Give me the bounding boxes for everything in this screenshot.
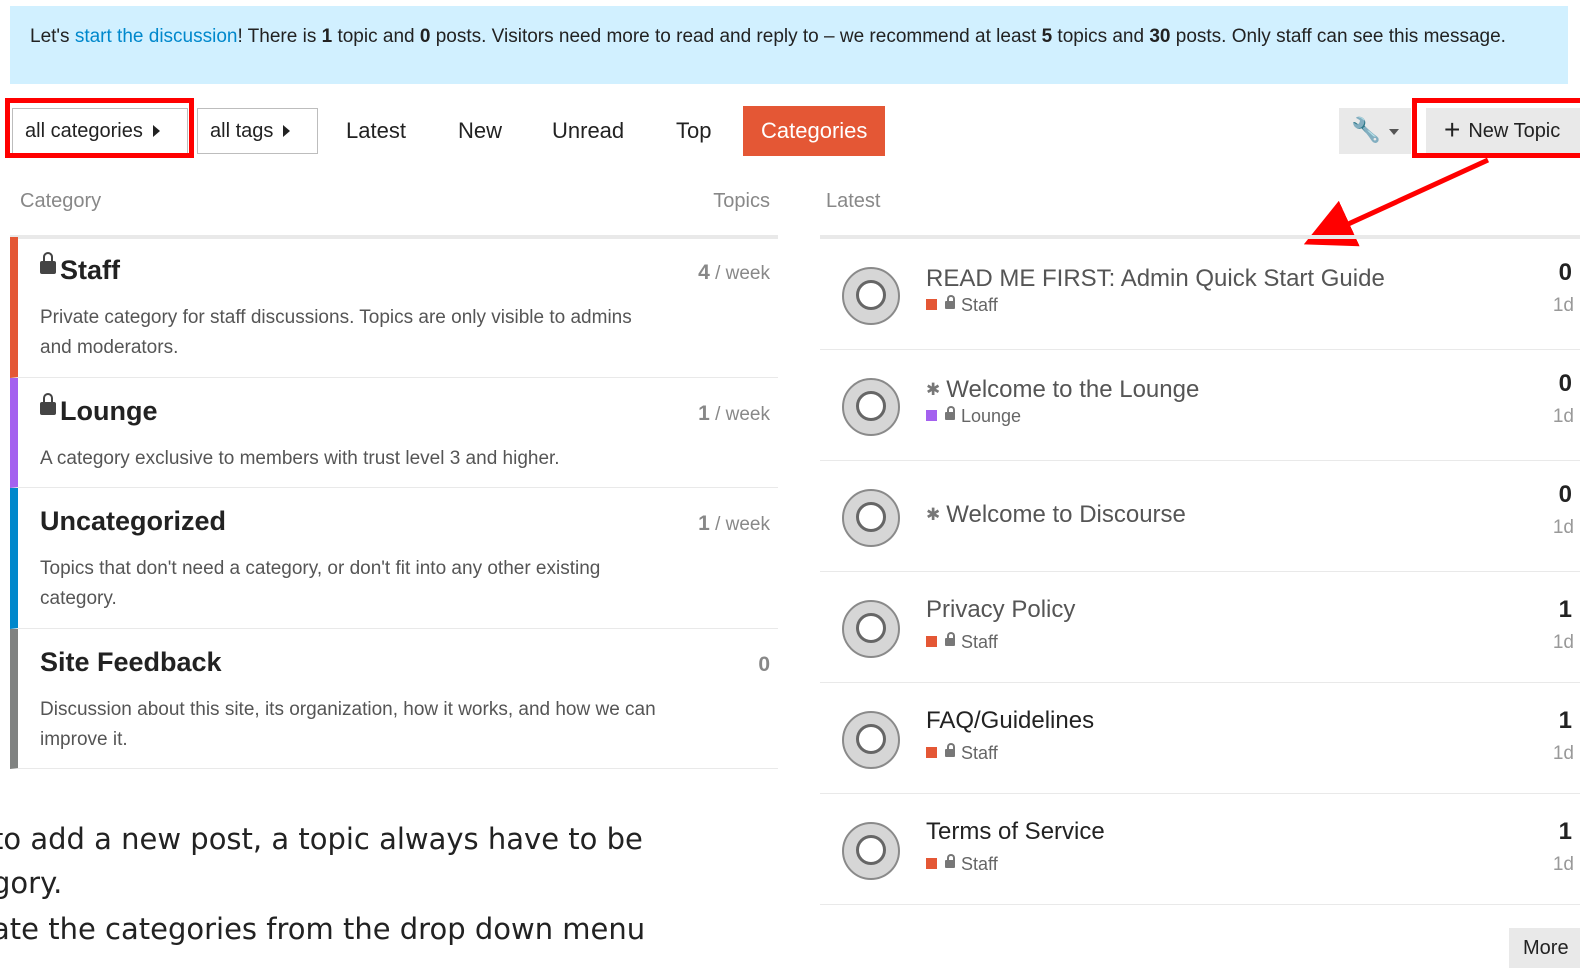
instruction-note-line-1: to add a new post, a topic always have t… <box>0 822 643 856</box>
topic-title[interactable]: Terms of Service <box>926 818 1105 846</box>
topic-title[interactable]: ✱ Welcome to the Lounge <box>926 376 1199 404</box>
category-row-lounge[interactable]: Lounge A category exclusive to members w… <box>10 378 778 488</box>
topic-row[interactable]: Terms of Service Staff 1 1d <box>820 794 1580 905</box>
category-name[interactable]: Site Feedback <box>40 647 222 678</box>
topic-category-name: Lounge <box>961 406 1022 426</box>
topic-category-name: Staff <box>961 743 998 763</box>
category-row-site-feedback[interactable]: Site Feedback Discussion about this site… <box>10 629 778 769</box>
category-color-swatch <box>926 298 937 310</box>
lock-icon <box>945 406 955 421</box>
count-number: 0 <box>758 653 770 676</box>
count-number: 4 <box>698 261 710 284</box>
category-name[interactable]: Lounge <box>40 393 158 427</box>
more-button[interactable]: More <box>1509 928 1580 968</box>
reply-count: 0 <box>1558 481 1572 508</box>
category-name-text: Lounge <box>60 396 158 426</box>
topic-age[interactable]: 1d <box>1553 295 1574 317</box>
category-color-swatch <box>926 635 937 647</box>
reply-count: 0 <box>1558 259 1572 286</box>
category-row-staff[interactable]: Staff Private category for staff discuss… <box>10 237 778 378</box>
category-color-swatch <box>926 746 937 758</box>
reply-count: 0 <box>1558 370 1572 397</box>
topic-category-badge[interactable]: Staff <box>926 295 998 316</box>
topic-category-badge[interactable]: Staff <box>926 854 998 875</box>
pin-icon: ✱ <box>926 380 941 399</box>
category-description: A category exclusive to members with tru… <box>40 448 560 469</box>
category-row-uncategorized[interactable]: Uncategorized Topics that don't need a c… <box>10 488 778 629</box>
count-number: 1 <box>698 402 710 425</box>
topic-title[interactable]: FAQ/Guidelines <box>926 707 1094 735</box>
topic-title[interactable]: ✱ Welcome to Discourse <box>926 501 1186 529</box>
topic-row[interactable]: READ ME FIRST: Admin Quick Start Guide S… <box>820 239 1580 350</box>
category-topic-count: 4 / week <box>698 261 770 285</box>
avatar[interactable] <box>842 600 900 658</box>
category-topic-count: 1 / week <box>698 512 770 536</box>
topic-row[interactable]: Privacy Policy Staff 1 1d <box>820 572 1580 683</box>
topic-title[interactable]: READ ME FIRST: Admin Quick Start Guide <box>926 265 1385 293</box>
topic-age[interactable]: 1d <box>1553 632 1574 654</box>
category-topic-count: 1 / week <box>698 402 770 426</box>
lock-icon <box>945 295 955 310</box>
lock-icon <box>40 252 56 275</box>
category-topic-count: 0 <box>758 653 770 677</box>
lock-icon <box>945 743 955 758</box>
topic-category-badge[interactable]: Staff <box>926 632 998 653</box>
latest-column-header: Latest <box>826 190 881 212</box>
avatar[interactable] <box>842 378 900 436</box>
count-number: 1 <box>698 512 710 535</box>
topic-age[interactable]: 1d <box>1553 517 1574 539</box>
category-color-swatch <box>926 857 937 869</box>
category-color-swatch <box>926 409 937 421</box>
topic-age[interactable]: 1d <box>1553 854 1574 876</box>
category-description: Private category for staff discussions. … <box>40 307 632 358</box>
pin-icon: ✱ <box>926 505 941 524</box>
reply-count: 1 <box>1558 818 1572 845</box>
avatar[interactable] <box>842 822 900 880</box>
topic-category-badge[interactable]: Staff <box>926 743 998 764</box>
topic-title-text: Welcome to the Lounge <box>946 376 1200 403</box>
topic-title-text: Welcome to Discourse <box>946 501 1186 528</box>
lock-icon <box>945 854 955 869</box>
topic-age[interactable]: 1d <box>1553 743 1574 765</box>
topic-title[interactable]: Privacy Policy <box>926 596 1075 624</box>
lock-icon <box>40 393 56 416</box>
topic-row[interactable]: FAQ/Guidelines Staff 1 1d <box>820 683 1580 794</box>
category-list-header: Category Topics <box>20 190 778 213</box>
category-description: Topics that don't need a category, or do… <box>40 558 601 609</box>
topics-column-header: Topics <box>713 190 770 212</box>
category-column-header: Category <box>20 190 102 212</box>
count-unit: / week <box>709 404 770 425</box>
topic-category-badge[interactable]: Lounge <box>926 406 1021 427</box>
category-name[interactable]: Staff <box>40 252 120 286</box>
topic-category-name: Staff <box>961 632 998 652</box>
reply-count: 1 <box>1558 596 1572 623</box>
count-unit: / week <box>709 514 770 535</box>
topic-age[interactable]: 1d <box>1553 406 1574 428</box>
topic-row[interactable]: ✱ Welcome to the Lounge Lounge 0 1d <box>820 350 1580 461</box>
instruction-note-line-2: gory. <box>0 866 63 900</box>
instruction-note-line-3: ate the categories from the drop down me… <box>0 912 646 946</box>
avatar[interactable] <box>842 489 900 547</box>
topic-category-name: Staff <box>961 854 998 874</box>
topic-row[interactable]: ✱ Welcome to Discourse 0 1d <box>820 461 1580 572</box>
category-name-text: Staff <box>60 255 120 285</box>
avatar[interactable] <box>842 267 900 325</box>
category-name[interactable]: Uncategorized <box>40 506 226 537</box>
category-description: Discussion about this site, its organiza… <box>40 699 656 750</box>
lock-icon <box>945 632 955 647</box>
topic-category-name: Staff <box>961 295 998 315</box>
count-unit: / week <box>709 263 770 284</box>
reply-count: 1 <box>1558 707 1572 734</box>
avatar[interactable] <box>842 711 900 769</box>
